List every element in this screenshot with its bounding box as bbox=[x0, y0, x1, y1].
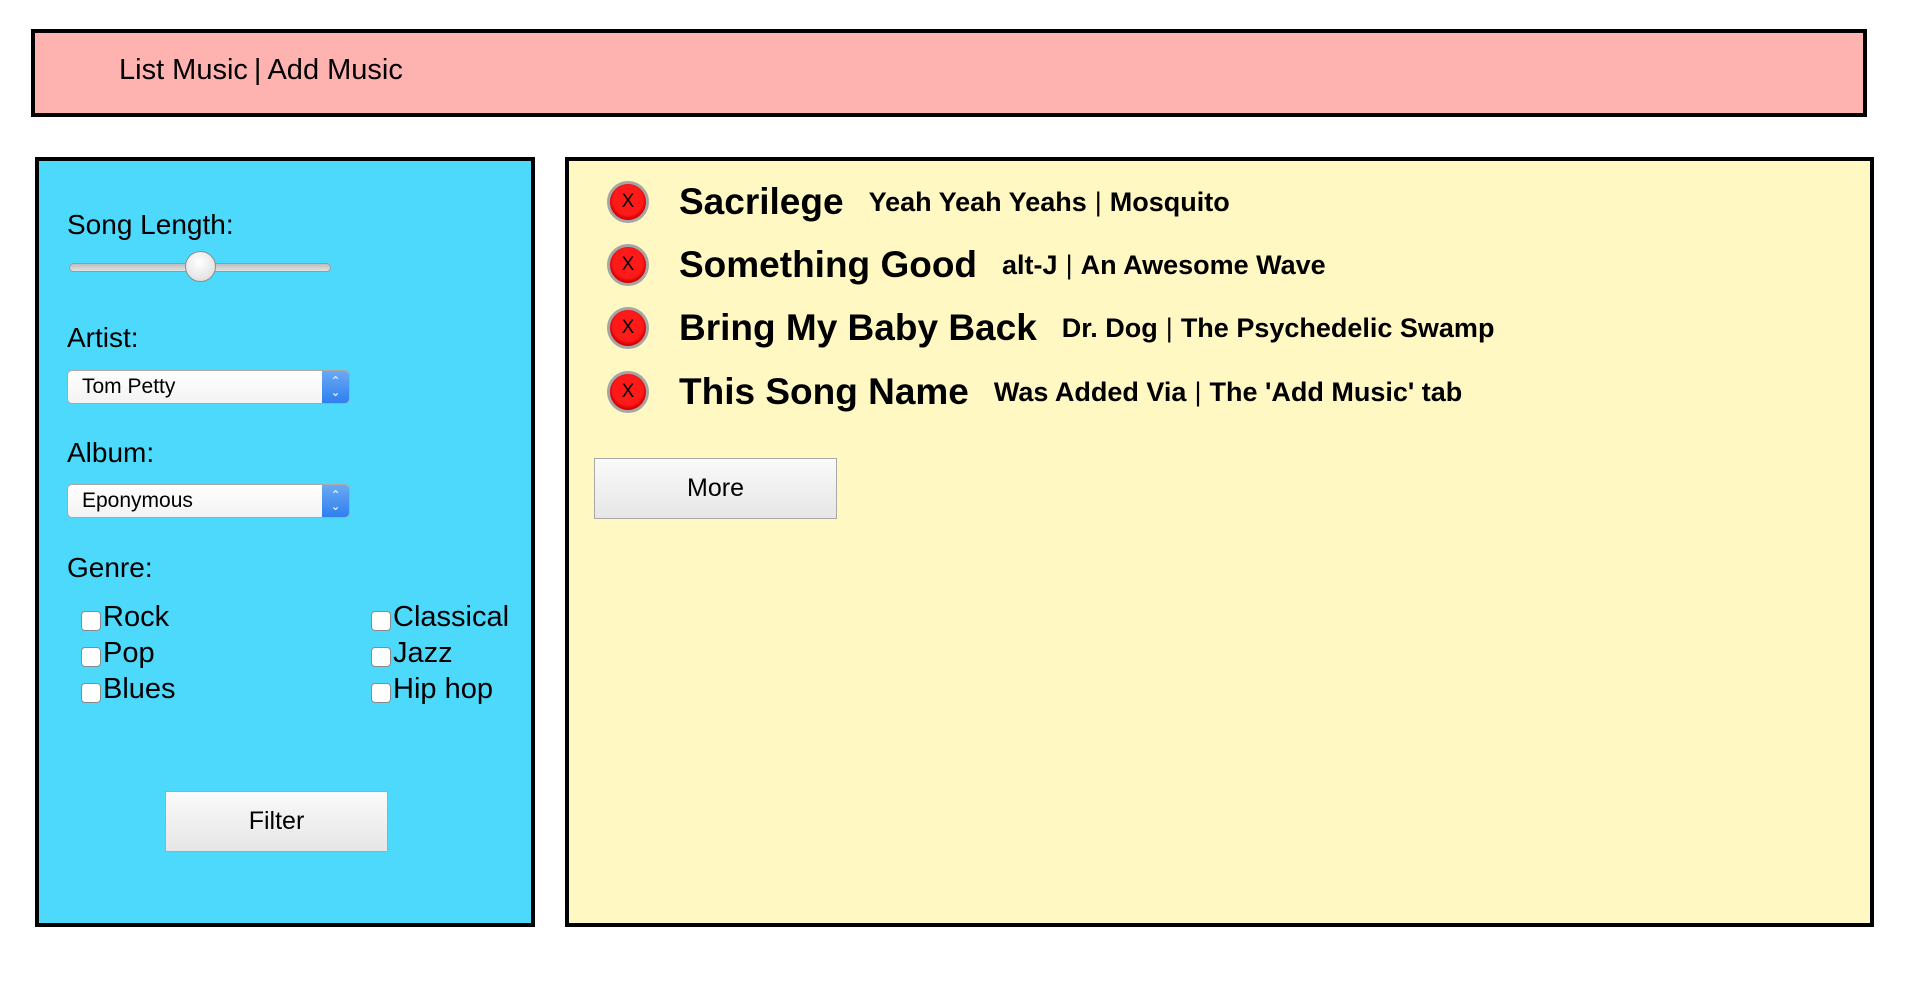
album-select[interactable]: Eponymous ⌃ ⌄ bbox=[67, 484, 350, 518]
meta-separator: | bbox=[1194, 376, 1202, 407]
song-list-item: X Sacrilege Yeah Yeah Yeahs | Mosquito bbox=[607, 181, 1230, 223]
song-list-item: X Something Good alt-J | An Awesome Wave bbox=[607, 244, 1326, 286]
song-length-slider[interactable] bbox=[69, 251, 331, 282]
genre-option-label: Jazz bbox=[393, 637, 453, 669]
delete-song-button[interactable]: X bbox=[607, 371, 649, 413]
chevron-updown-icon: ⌃ ⌄ bbox=[322, 371, 349, 403]
genre-option-classical[interactable]: Classical bbox=[371, 601, 509, 634]
song-album: The 'Add Music' tab bbox=[1209, 376, 1463, 407]
chevron-updown-icon: ⌃ ⌄ bbox=[322, 485, 349, 517]
song-list-item: X This Song Name Was Added Via | The 'Add … bbox=[607, 371, 1462, 413]
song-artist: Yeah Yeah Yeahs bbox=[868, 186, 1087, 217]
artist-label: Artist: bbox=[67, 322, 139, 353]
genre-checkbox[interactable] bbox=[371, 610, 391, 631]
genre-checkbox[interactable] bbox=[81, 646, 101, 667]
nav-list-music-link[interactable]: List Music bbox=[119, 54, 248, 86]
genre-checkbox[interactable] bbox=[371, 646, 391, 667]
song-album: An Awesome Wave bbox=[1080, 249, 1326, 280]
more-button[interactable]: More bbox=[594, 458, 837, 519]
genre-option-hip-hop[interactable]: Hip hop bbox=[371, 673, 493, 706]
slider-thumb[interactable] bbox=[184, 251, 216, 282]
genre-option-blues[interactable]: Blues bbox=[81, 673, 176, 706]
genre-checkbox[interactable] bbox=[81, 682, 101, 703]
meta-separator: | bbox=[1165, 312, 1173, 343]
nav-separator: | bbox=[253, 53, 262, 86]
song-title: Bring My Baby Back bbox=[679, 307, 1037, 348]
song-list-item: X Bring My Baby Back Dr. Dog | The Psyched… bbox=[607, 307, 1494, 349]
delete-song-button[interactable]: X bbox=[607, 181, 649, 223]
song-album: Mosquito bbox=[1109, 186, 1230, 217]
genre-checkbox[interactable] bbox=[81, 610, 101, 631]
genre-option-label: Classical bbox=[393, 601, 510, 633]
album-label: Album: bbox=[67, 437, 155, 468]
artist-select[interactable]: Tom Petty ⌃ ⌄ bbox=[67, 370, 350, 404]
delete-song-button[interactable]: X bbox=[607, 307, 649, 349]
genre-option-label: Pop bbox=[103, 637, 155, 669]
genre-option-label: Rock bbox=[103, 601, 170, 633]
song-title: This Song Name bbox=[679, 371, 969, 412]
genre-option-rock[interactable]: Rock bbox=[81, 601, 169, 634]
song-artist: Dr. Dog bbox=[1061, 312, 1158, 343]
genre-option-pop[interactable]: Pop bbox=[81, 637, 155, 670]
song-album: The Psychedelic Swamp bbox=[1180, 312, 1495, 343]
filter-button[interactable]: Filter bbox=[165, 791, 388, 852]
meta-separator: | bbox=[1094, 186, 1102, 217]
song-artist: alt-J bbox=[1002, 249, 1058, 280]
song-artist: Was Added Via bbox=[993, 376, 1187, 407]
nav-links: List Music | Add Music bbox=[119, 54, 403, 87]
genre-option-label: Hip hop bbox=[393, 673, 493, 705]
song-title: Sacrilege bbox=[679, 181, 844, 222]
genre-option-jazz[interactable]: Jazz bbox=[371, 637, 453, 670]
meta-separator: | bbox=[1065, 249, 1073, 280]
genre-label: Genre: bbox=[67, 552, 153, 583]
album-select-value: Eponymous bbox=[82, 489, 193, 512]
delete-song-button[interactable]: X bbox=[607, 244, 649, 286]
song-length-label: Song Length: bbox=[67, 209, 234, 240]
song-list-panel: X Sacrilege Yeah Yeah Yeahs | Mosquito X S… bbox=[565, 157, 1874, 927]
artist-select-value: Tom Petty bbox=[82, 375, 176, 398]
filter-sidebar: Song Length: Artist: Tom Petty ⌃ ⌄ Album:… bbox=[35, 157, 535, 927]
top-nav-bar: List Music | Add Music bbox=[31, 29, 1867, 117]
genre-checkbox[interactable] bbox=[371, 682, 391, 703]
song-title: Something Good bbox=[679, 244, 978, 285]
nav-add-music-link[interactable]: Add Music bbox=[267, 54, 402, 86]
genre-option-label: Blues bbox=[103, 673, 176, 705]
